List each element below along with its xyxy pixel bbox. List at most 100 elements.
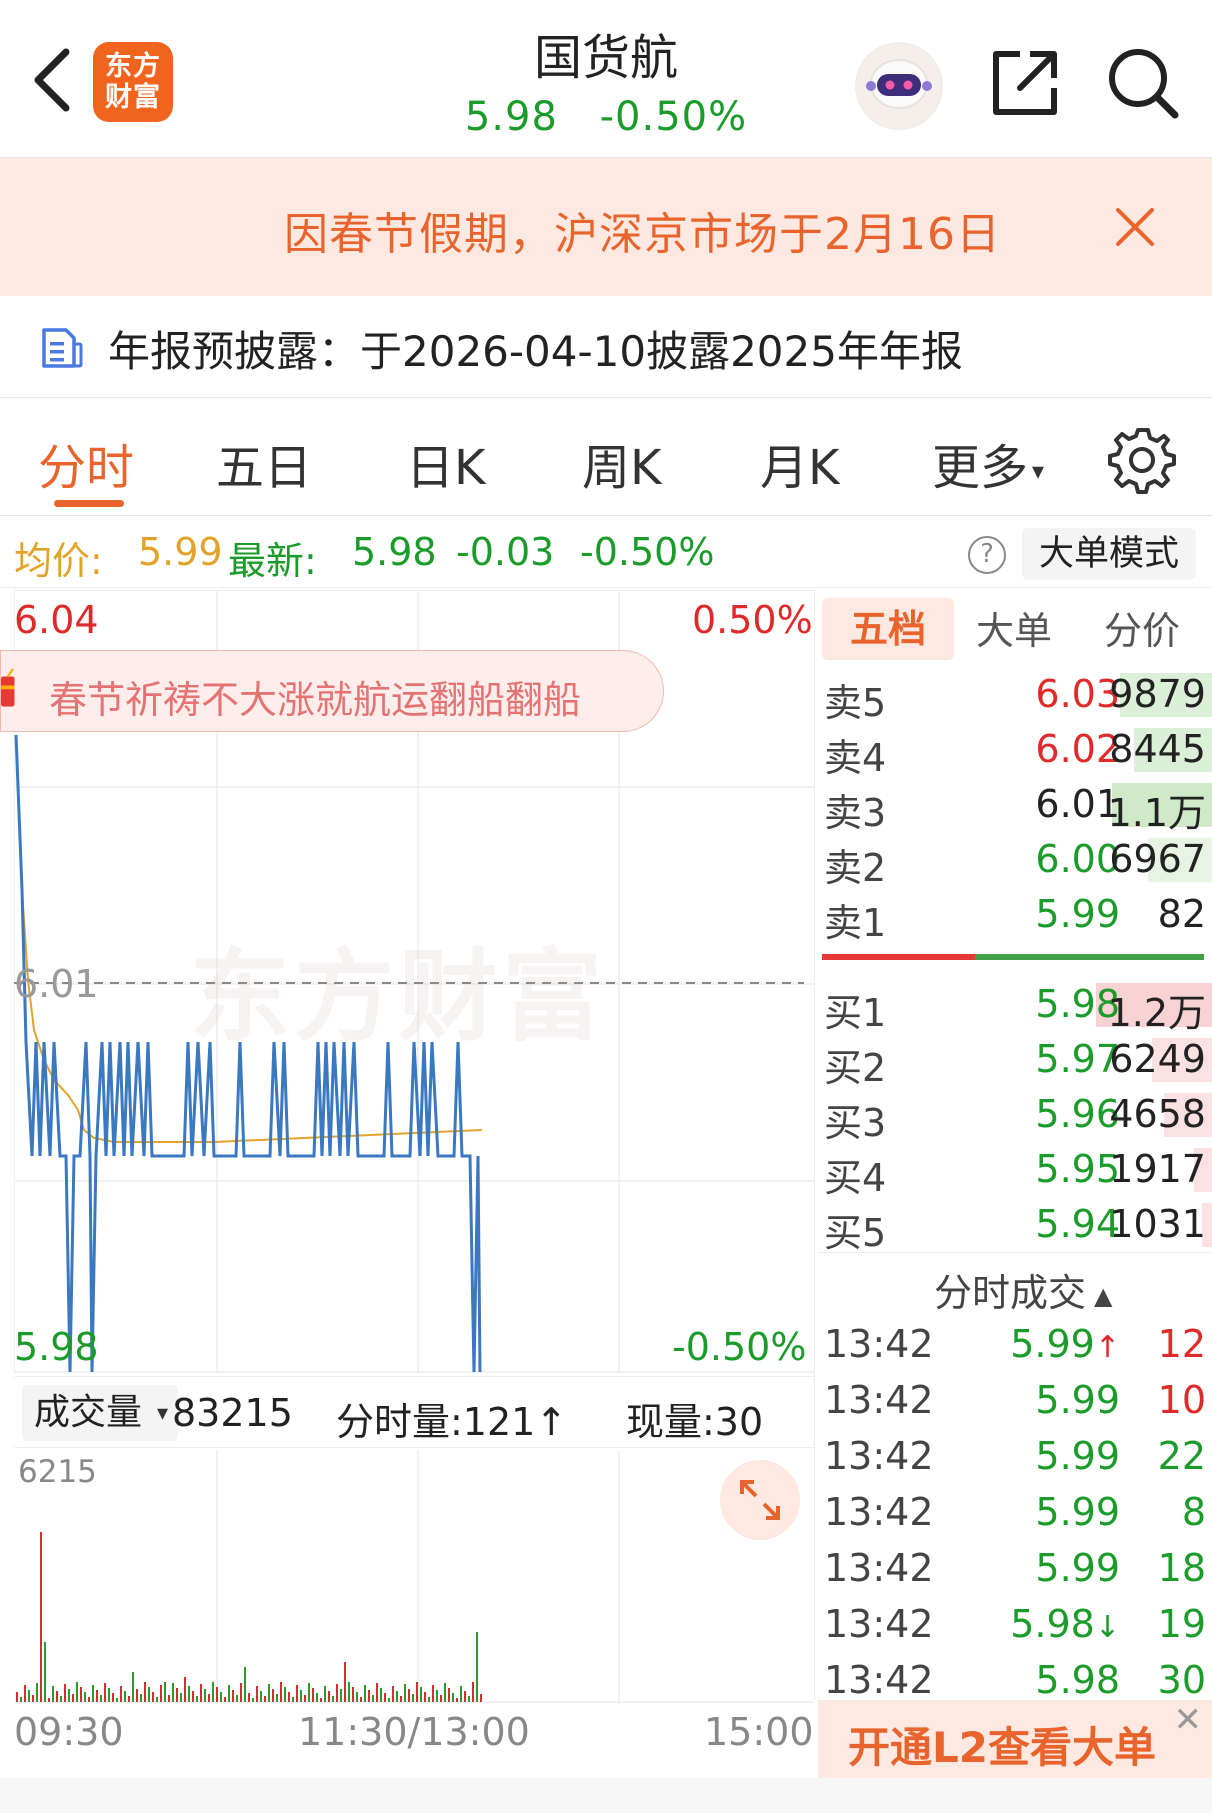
trade-row: 13:42 5.98↓ 19 xyxy=(818,1600,1212,1654)
ask-row: 卖4 6.02 8445 xyxy=(818,725,1212,780)
trade-time: 13:42 xyxy=(824,1322,934,1366)
bid-row: 买1 5.98 1.2万 xyxy=(818,980,1212,1035)
bid-level: 买5 xyxy=(824,1211,887,1255)
volume-bar xyxy=(284,1687,286,1702)
bid-row: 买5 5.94 1031 xyxy=(818,1200,1212,1255)
bid-level: 买3 xyxy=(824,1101,887,1145)
volume-bar xyxy=(160,1685,162,1702)
volume-bar xyxy=(420,1687,422,1702)
trade-row: 13:42 5.99 8 xyxy=(818,1488,1212,1542)
volume-bar xyxy=(48,1698,50,1702)
volume-bar xyxy=(200,1684,202,1702)
trade-time: 13:42 xyxy=(824,1378,934,1422)
volume-bar xyxy=(392,1686,394,1702)
volume-bar xyxy=(412,1694,414,1702)
l2-upgrade-banner[interactable]: 开通L2查看大单 ✕ xyxy=(818,1700,1212,1778)
close-icon[interactable]: ✕ xyxy=(1174,1700,1203,1740)
bid-level: 买2 xyxy=(824,1046,887,1090)
bid-price: 5.97 xyxy=(1035,1037,1120,1081)
volume-bar xyxy=(356,1692,358,1702)
total-volume: 83215 xyxy=(172,1391,293,1435)
volume-bar xyxy=(268,1684,270,1702)
volume-bar xyxy=(360,1697,362,1702)
order-book-panel: 五档 大单 分价 卖5 6.03 9879 卖4 6.02 8445 卖3 6.… xyxy=(818,590,1212,1790)
tab-daily-k[interactable]: 日K xyxy=(406,428,485,498)
header: 东方 财富 国货航 5.98 -0.50% xyxy=(0,0,1212,158)
volume-bar xyxy=(112,1693,114,1702)
trade-qty: 12 xyxy=(1157,1322,1206,1366)
help-icon[interactable]: ? xyxy=(968,536,1006,574)
active-tab-indicator xyxy=(54,500,124,507)
community-comment-tag[interactable]: 春节祈祷不大涨就航运翻船翻船 xyxy=(0,650,664,732)
trade-time: 13:42 xyxy=(824,1490,934,1534)
tab-big-orders[interactable]: 大单 xyxy=(976,600,1052,655)
big-order-mode-button[interactable]: 大单模式 xyxy=(1022,528,1196,580)
tab-five-day[interactable]: 五日 xyxy=(216,428,312,498)
latest-price-value: 5.98 xyxy=(352,530,437,574)
volume-bar xyxy=(168,1695,170,1702)
panel-divider xyxy=(814,590,815,1700)
trade-price-value: 5.99 xyxy=(1010,1322,1095,1366)
trade-qty: 10 xyxy=(1157,1378,1206,1422)
volume-bar xyxy=(64,1684,66,1702)
volume-bar xyxy=(384,1693,386,1702)
share-icon[interactable] xyxy=(990,48,1060,118)
volume-bar xyxy=(20,1697,22,1702)
bid-price: 5.94 xyxy=(1035,1202,1120,1246)
caret-up-icon: ▲ xyxy=(1094,1281,1113,1310)
down-arrow-icon: ↓ xyxy=(1094,1610,1120,1645)
bid-level: 买4 xyxy=(824,1156,887,1200)
volume-bar xyxy=(184,1677,186,1702)
notice-text: 因春节假期，沪深京市场于2月16日 xyxy=(284,209,1001,260)
expand-icon[interactable] xyxy=(720,1460,800,1540)
volume-bar xyxy=(452,1693,454,1702)
tab-more[interactable]: 更多 ▾ xyxy=(932,428,1044,498)
volume-bar xyxy=(400,1696,402,1702)
bid-row: 买3 5.96 4658 xyxy=(818,1090,1212,1145)
indicator-label: 成交量 xyxy=(34,1392,143,1433)
trade-price: 5.99↑ xyxy=(938,1322,1120,1366)
change-percent: -0.50% xyxy=(599,94,748,140)
bid-volume: 1917 xyxy=(1109,1147,1206,1191)
volume-bar xyxy=(480,1694,482,1702)
report-text: 年报预披露：于2026-04-10披露2025年年报 xyxy=(108,327,963,376)
tab-price-distribution[interactable]: 分价 xyxy=(1104,600,1180,655)
volume-bar xyxy=(100,1695,102,1702)
volume-bar xyxy=(176,1688,178,1702)
tab-monthly-k[interactable]: 月K xyxy=(760,428,839,498)
ask-row: 卖2 6.00 6967 xyxy=(818,835,1212,890)
volume-bar xyxy=(416,1682,418,1702)
bid-price: 5.98 xyxy=(1035,982,1120,1026)
ask-row: 卖5 6.03 9879 xyxy=(818,670,1212,725)
indicator-selector[interactable]: 成交量 ▾ xyxy=(22,1385,178,1441)
ai-assistant-robot-icon[interactable] xyxy=(855,42,943,130)
volume-bar xyxy=(404,1684,406,1702)
volume-chart[interactable] xyxy=(14,1450,814,1704)
watermark: 东方财富 xyxy=(190,938,606,1055)
bid-volume: 4658 xyxy=(1109,1092,1206,1136)
time-axis-open: 09:30 xyxy=(14,1710,124,1754)
annual-report-notice[interactable]: 年报预披露：于2026-04-10披露2025年年报 xyxy=(0,296,1212,398)
pct-low-label: -0.50% xyxy=(672,1325,807,1369)
trade-price: 5.99 xyxy=(1035,1490,1120,1534)
ask-price: 5.99 xyxy=(1035,892,1120,936)
search-icon[interactable] xyxy=(1105,45,1181,121)
tab-weekly-k[interactable]: 周K xyxy=(582,428,661,498)
settings-gear-icon[interactable] xyxy=(1106,424,1178,496)
volume-bar xyxy=(444,1683,446,1702)
volume-bar xyxy=(260,1691,262,1702)
price-low-label: 5.98 xyxy=(14,1325,99,1369)
volume-bar xyxy=(348,1682,350,1702)
trades-header[interactable]: 分时成交 ▲ xyxy=(934,1262,1112,1317)
ask-price: 6.02 xyxy=(1035,727,1120,771)
volume-bar xyxy=(460,1686,462,1702)
minute-volume: 分时量:121↑ xyxy=(336,1400,568,1444)
volume-bar xyxy=(408,1689,410,1702)
volume-bar xyxy=(152,1692,154,1702)
latest-price-label: 最新: xyxy=(228,539,317,583)
volume-bar xyxy=(192,1691,194,1702)
close-icon[interactable] xyxy=(1112,204,1158,250)
volume-bar xyxy=(60,1696,62,1702)
tab-intraday[interactable]: 分时 xyxy=(38,428,134,498)
tab-five-levels[interactable]: 五档 xyxy=(822,598,954,660)
